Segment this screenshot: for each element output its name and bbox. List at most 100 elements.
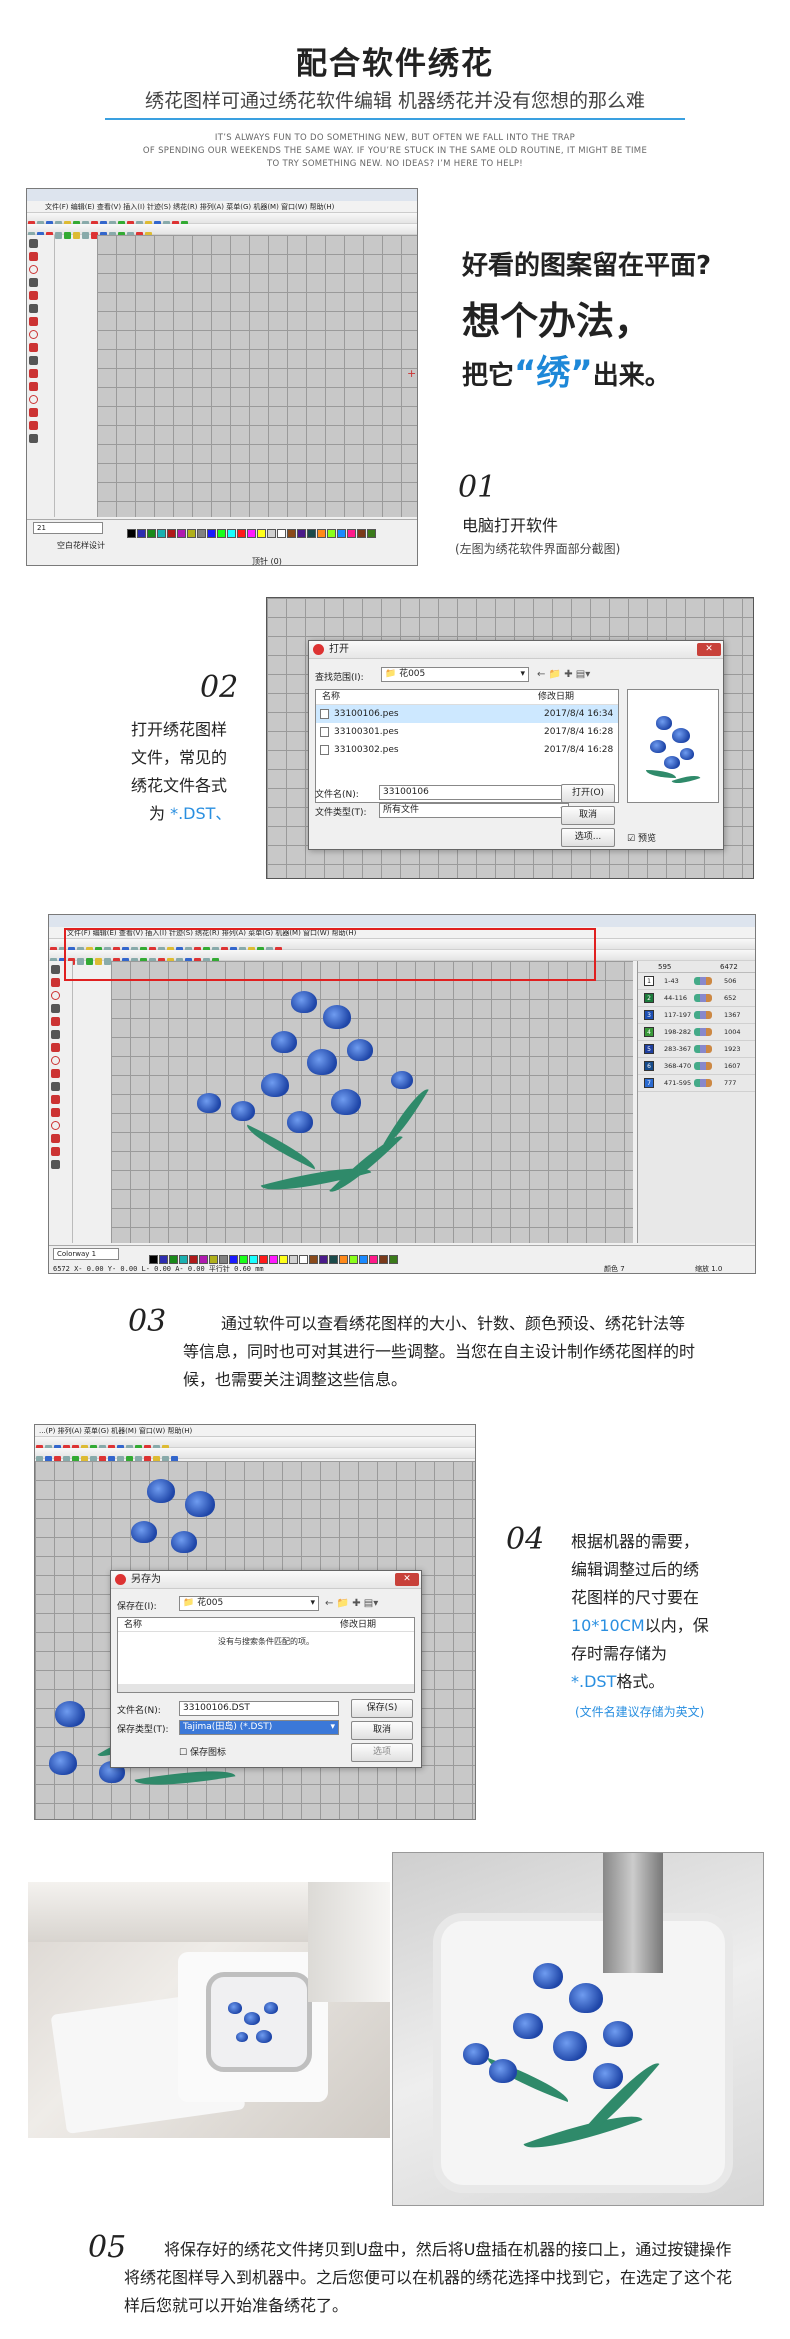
- palette-swatch[interactable]: [149, 1255, 158, 1264]
- design-canvas[interactable]: [111, 961, 633, 1243]
- tool-palette[interactable]: [27, 235, 55, 517]
- color-table[interactable]: 1 1-43 506 2 44-116 652 3 117-197 1367 4 198-282 10…: [638, 973, 755, 1092]
- col-date[interactable]: 修改日期: [340, 1618, 376, 1632]
- palette-swatch[interactable]: [137, 529, 146, 538]
- palette-swatch[interactable]: [269, 1255, 278, 1264]
- cancel-button[interactable]: 取消: [351, 1721, 413, 1740]
- palette-swatch[interactable]: [389, 1255, 398, 1264]
- palette-swatch[interactable]: [339, 1255, 348, 1264]
- palette-swatch[interactable]: [347, 529, 356, 538]
- palette-swatch[interactable]: [287, 529, 296, 538]
- close-icon[interactable]: ✕: [395, 1573, 419, 1586]
- nav-icons[interactable]: ← 📁 ✚ ▤▾: [537, 669, 590, 680]
- palette-swatch[interactable]: [249, 1255, 258, 1264]
- palette-swatch[interactable]: [379, 1255, 388, 1264]
- lookin-select[interactable]: 📁 花005 ▾: [381, 667, 529, 682]
- palette-swatch[interactable]: [297, 529, 306, 538]
- palette-swatch[interactable]: [317, 529, 326, 538]
- col-name[interactable]: 名称: [322, 692, 340, 702]
- options-button[interactable]: 选项: [351, 1743, 413, 1762]
- file-list[interactable]: 名称 修改日期 没有与搜索条件匹配的项。: [117, 1617, 415, 1693]
- color-table-row[interactable]: 3 117-197 1367: [638, 1007, 755, 1024]
- palette-swatch[interactable]: [237, 529, 246, 538]
- preview-checkbox[interactable]: ☑ 预览: [627, 831, 656, 844]
- toolbar-2[interactable]: [27, 224, 417, 239]
- palette-swatch[interactable]: [159, 1255, 168, 1264]
- file-row[interactable]: 33100106.pes 2017/8/4 16:34: [316, 705, 618, 723]
- palette-swatch[interactable]: [219, 1255, 228, 1264]
- palette-swatch[interactable]: [279, 1255, 288, 1264]
- palette-swatch[interactable]: [217, 529, 226, 538]
- toolbar-2[interactable]: [35, 1448, 475, 1463]
- palette-swatch[interactable]: [239, 1255, 248, 1264]
- filename-input[interactable]: 33100106.DST: [179, 1701, 339, 1716]
- palette-swatch[interactable]: [367, 529, 376, 538]
- palette-swatch[interactable]: [309, 1255, 318, 1264]
- col-name[interactable]: 名称: [124, 1620, 142, 1630]
- savein-select[interactable]: 📁 花005 ▾: [179, 1596, 319, 1611]
- palette-swatch[interactable]: [177, 529, 186, 538]
- stitch-count: 1923: [724, 1045, 741, 1053]
- palette-swatch[interactable]: [247, 529, 256, 538]
- palette-swatch[interactable]: [349, 1255, 358, 1264]
- palette-swatch[interactable]: [169, 1255, 178, 1264]
- color-palette[interactable]: [127, 523, 377, 542]
- palette-swatch[interactable]: [167, 529, 176, 538]
- close-icon[interactable]: ✕: [697, 643, 721, 656]
- palette-swatch[interactable]: [207, 529, 216, 538]
- cancel-button[interactable]: 取消: [561, 806, 615, 825]
- nav-icons[interactable]: ← 📁 ✚ ▤▾: [325, 1598, 378, 1609]
- options-button[interactable]: 选项...: [561, 828, 615, 847]
- palette-swatch[interactable]: [319, 1255, 328, 1264]
- file-row[interactable]: 33100302.pes 2017/8/4 16:28: [316, 741, 618, 759]
- palette-swatch[interactable]: [357, 529, 366, 538]
- filename-input[interactable]: 33100106: [379, 785, 569, 800]
- palette-swatch[interactable]: [289, 1255, 298, 1264]
- save-icon-checkbox[interactable]: ☐ 保存图标: [179, 1745, 226, 1758]
- palette-swatch[interactable]: [127, 529, 136, 538]
- palette-swatch[interactable]: [267, 529, 276, 538]
- color-table-row[interactable]: 4 198-282 1004: [638, 1024, 755, 1041]
- palette-swatch[interactable]: [277, 529, 286, 538]
- palette-swatch[interactable]: [369, 1255, 378, 1264]
- palette-swatch[interactable]: [299, 1255, 308, 1264]
- filetype-select[interactable]: Tajima(田岛) (*.DST) ▾: [179, 1720, 339, 1735]
- palette-swatch[interactable]: [147, 529, 156, 538]
- palette-swatch[interactable]: [229, 1255, 238, 1264]
- palette-swatch[interactable]: [307, 529, 316, 538]
- col-date[interactable]: 修改日期: [538, 690, 574, 705]
- palette-swatch[interactable]: [359, 1255, 368, 1264]
- color-table-row[interactable]: 6 368-470 1607: [638, 1058, 755, 1075]
- toolbar[interactable]: [35, 1437, 475, 1452]
- palette-swatch[interactable]: [179, 1255, 188, 1264]
- color-table-row[interactable]: 7 471-595 777: [638, 1075, 755, 1092]
- toolbar[interactable]: [27, 213, 417, 228]
- palette-swatch[interactable]: [227, 529, 236, 538]
- font-select[interactable]: 21: [33, 522, 103, 534]
- palette-swatch[interactable]: [337, 529, 346, 538]
- palette-swatch[interactable]: [327, 529, 336, 538]
- menu-bar[interactable]: ...(P) 排列(A) 菜单(G) 机器(M) 窗口(W) 帮助(H): [35, 1425, 475, 1437]
- color-table-panel[interactable]: 595 6472 1 1-43 506 2 44-116 652 3 117-197 1367 4…: [637, 961, 755, 1243]
- save-button[interactable]: 保存(S): [351, 1699, 413, 1718]
- scrollbar[interactable]: [118, 1684, 414, 1692]
- palette-swatch[interactable]: [197, 529, 206, 538]
- palette-swatch[interactable]: [329, 1255, 338, 1264]
- palette-swatch[interactable]: [189, 1255, 198, 1264]
- palette-swatch[interactable]: [157, 529, 166, 538]
- palette-swatch[interactable]: [259, 1255, 268, 1264]
- tool-palette[interactable]: [49, 961, 73, 1243]
- filetype-select[interactable]: 所有文件▾: [379, 803, 569, 818]
- open-button[interactable]: 打开(O): [561, 784, 615, 803]
- palette-swatch[interactable]: [187, 529, 196, 538]
- color-table-row[interactable]: 2 44-116 652: [638, 990, 755, 1007]
- file-row[interactable]: 33100301.pes 2017/8/4 16:28: [316, 723, 618, 741]
- palette-swatch[interactable]: [257, 529, 266, 538]
- colorway-select[interactable]: Colorway 1: [53, 1248, 119, 1260]
- palette-swatch[interactable]: [209, 1255, 218, 1264]
- menu-bar[interactable]: 文件(F) 编辑(E) 查看(V) 插入(I) 针迹(S) 绣花(R) 排列(A…: [27, 201, 417, 213]
- palette-swatch[interactable]: [199, 1255, 208, 1264]
- design-canvas[interactable]: [97, 235, 417, 517]
- color-table-row[interactable]: 1 1-43 506: [638, 973, 755, 990]
- color-table-row[interactable]: 5 283-367 1923: [638, 1041, 755, 1058]
